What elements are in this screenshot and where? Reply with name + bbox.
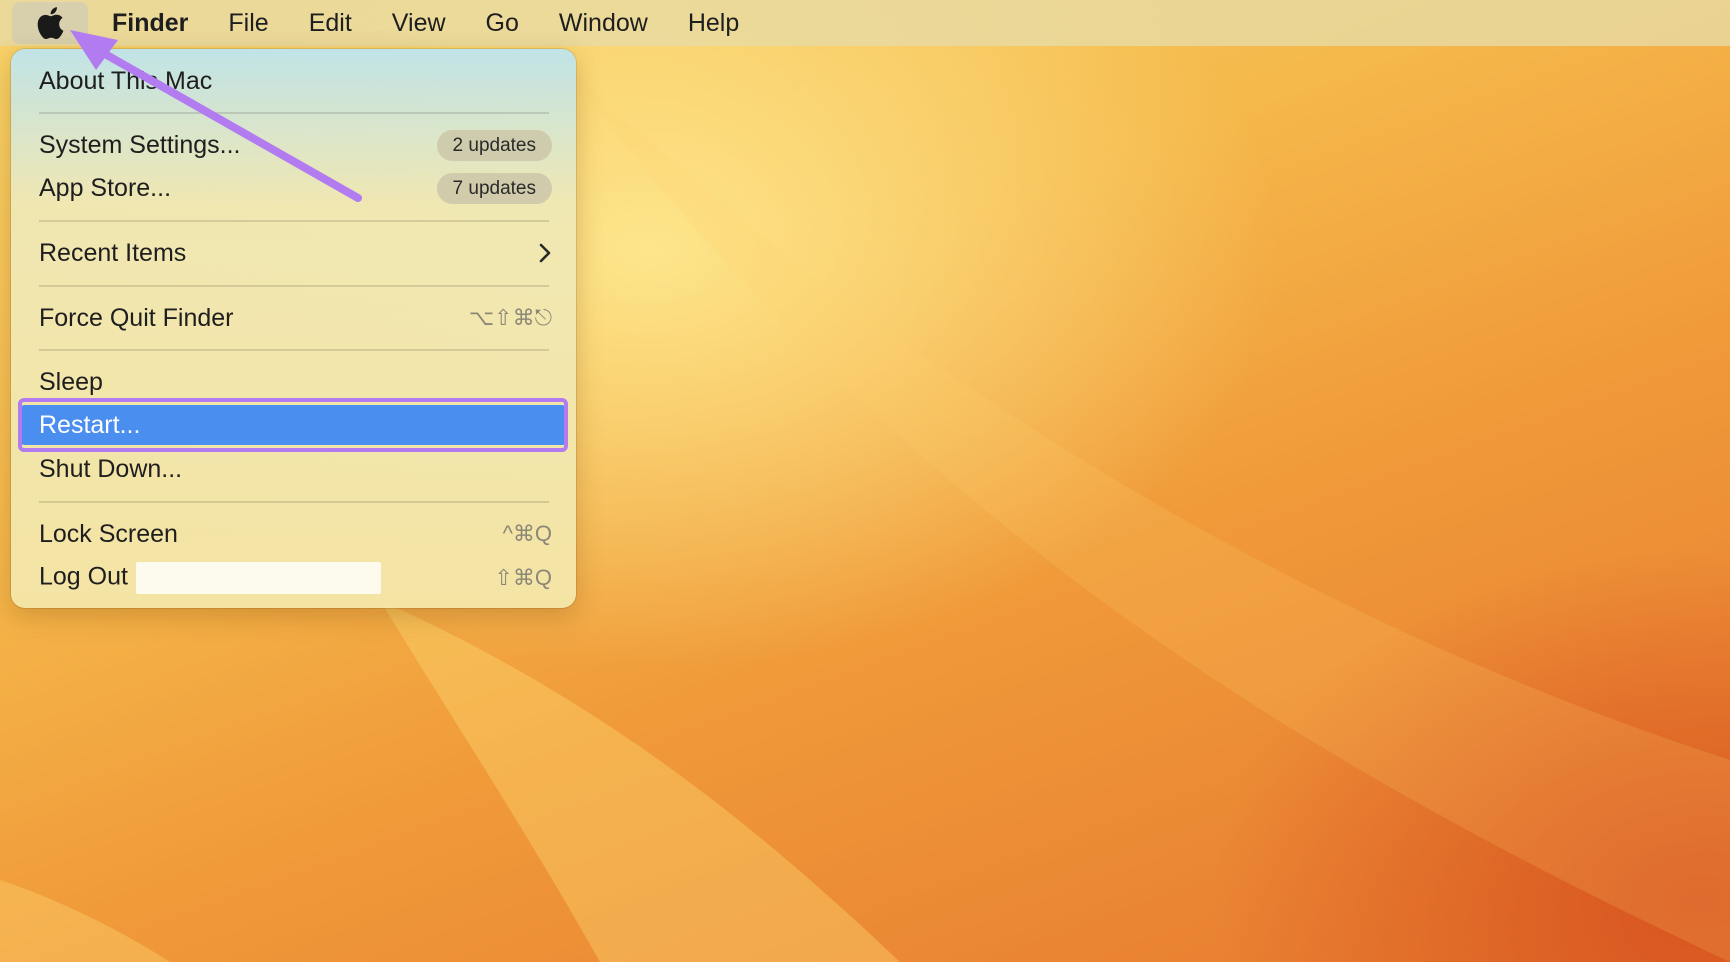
chevron-right-icon [539,243,551,263]
menu-help[interactable]: Help [668,0,759,46]
menu-view[interactable]: View [372,0,466,46]
menu-edit[interactable]: Edit [289,0,372,46]
menu-separator [39,285,549,287]
menu-item-sleep[interactable]: Sleep [19,362,568,402]
menu-item-label: About This Mac [39,66,213,95]
menu-item-force-quit[interactable]: Force Quit Finder ⌥⇧⌘⎋ [19,298,568,338]
menu-item-lock-screen[interactable]: Lock Screen ^⌘Q [19,514,568,554]
menu-separator [39,112,549,114]
menu-bar: Finder File Edit View Go Window Help [0,0,1730,46]
menu-item-log-out[interactable]: Log Out ⇧⌘Q [19,558,568,598]
redacted-username [135,562,381,594]
menu-item-label: Recent Items [39,238,187,267]
menu-separator [39,501,549,503]
log-out-shortcut: ⇧⌘Q [494,565,552,590]
menu-item-label: Sleep [39,367,103,396]
menu-item-label: Log Out [39,562,494,594]
annotation-highlight-box [18,398,568,452]
menu-item-label: Force Quit Finder [39,303,234,332]
menu-item-about-this-mac[interactable]: About This Mac [19,61,568,101]
menu-separator [39,349,549,351]
updates-badge: 2 updates [436,129,552,161]
menu-item-app-store[interactable]: App Store... 7 updates [19,168,568,208]
updates-badge: 7 updates [436,172,552,204]
menu-item-label: Shut Down... [39,454,183,483]
lock-screen-shortcut: ^⌘Q [502,521,552,546]
menu-go[interactable]: Go [466,0,539,46]
menu-file[interactable]: File [208,0,288,46]
menu-item-system-settings[interactable]: System Settings... 2 updates [19,125,568,165]
menu-item-label: System Settings... [39,130,241,159]
apple-dropdown-menu: About This Mac System Settings... 2 upda… [11,49,576,608]
menu-window[interactable]: Window [539,0,668,46]
menu-item-label: App Store... [39,173,172,202]
force-quit-shortcut: ⌥⇧⌘⎋ [468,305,552,330]
menu-item-label: Lock Screen [39,519,178,548]
menu-item-shut-down[interactable]: Shut Down... [19,449,568,489]
menu-separator [39,220,549,222]
menu-finder[interactable]: Finder [92,0,208,46]
apple-logo-icon [37,7,64,39]
menu-item-recent-items[interactable]: Recent Items [19,233,568,273]
apple-menu-button[interactable] [12,2,88,44]
log-out-label: Log Out [39,562,128,591]
